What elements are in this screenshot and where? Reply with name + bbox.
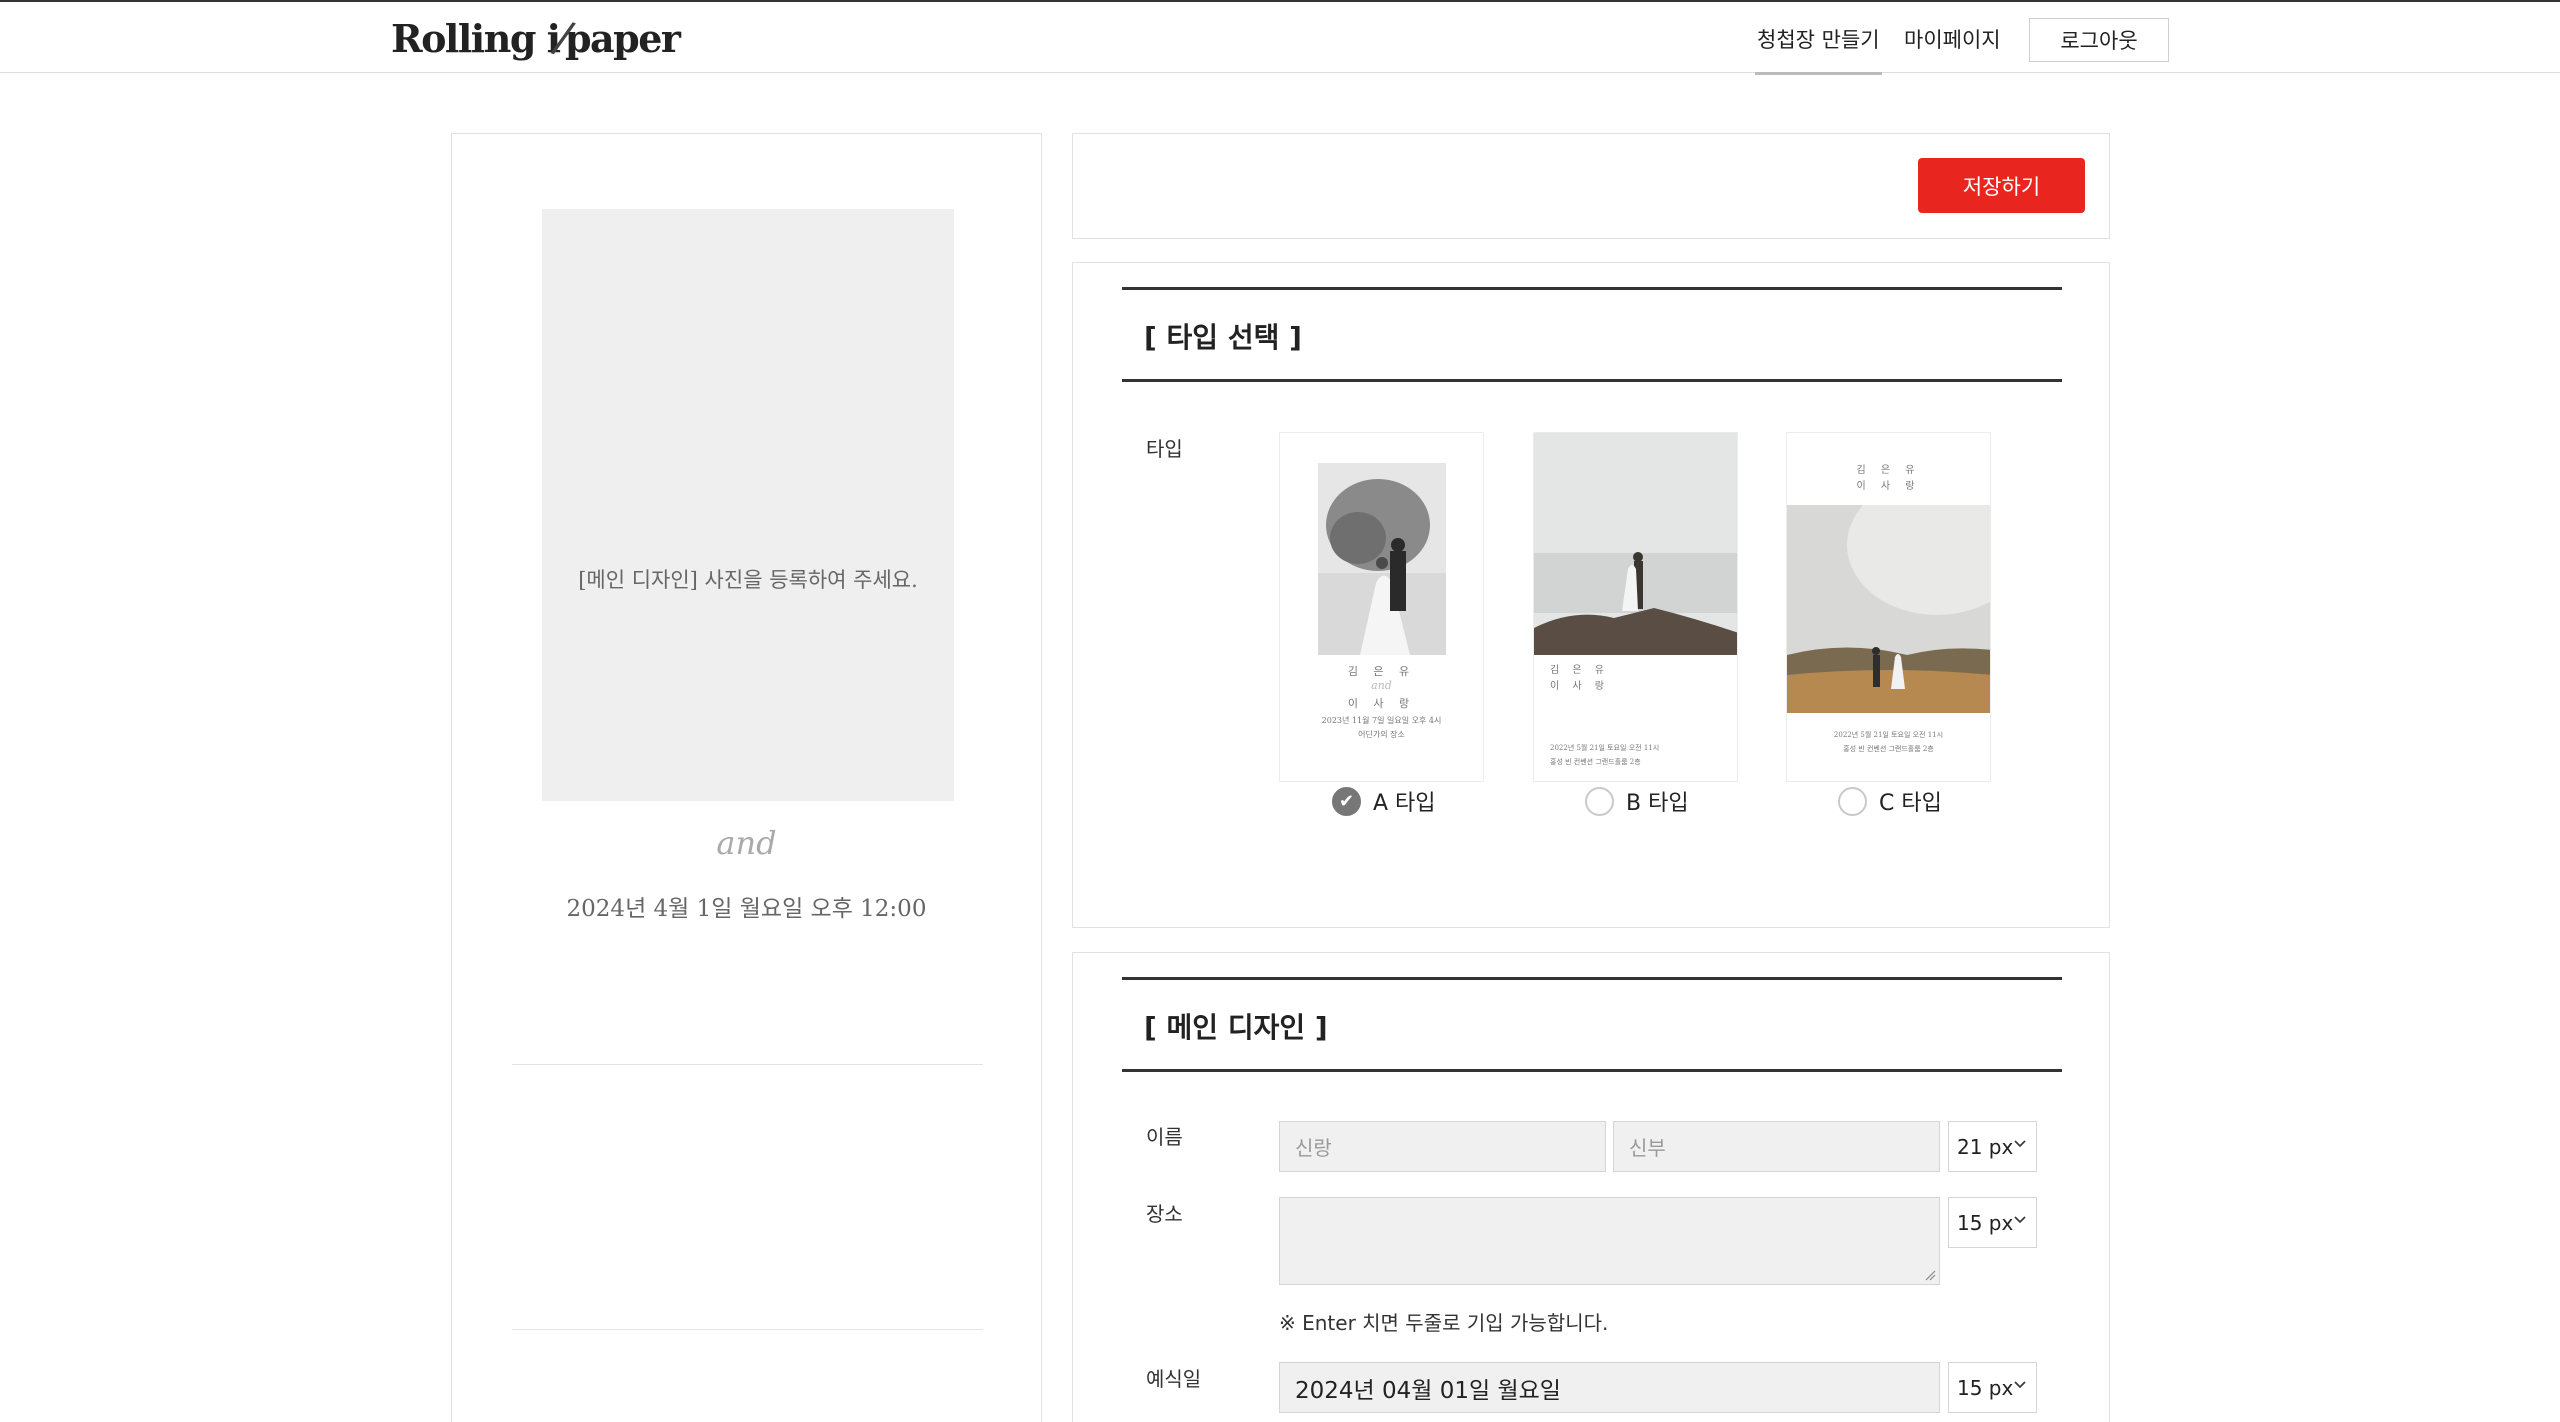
type-a-label: A 타입	[1373, 791, 1436, 816]
chevron-down-icon	[2014, 1381, 2026, 1389]
checkmark-icon: ✔	[1332, 786, 1361, 816]
radio-circle-icon	[1585, 786, 1614, 816]
type-a-groom-name: 김 은 유	[1347, 665, 1416, 678]
top-navigation-bar: Rolling i/paper 청첩장 만들기 마이페이지 로그아웃	[0, 0, 2560, 75]
type-a-and: and	[1371, 679, 1392, 692]
type-a-radio[interactable]: ✔ A 타입	[1332, 785, 1436, 817]
type-c-photo	[1787, 505, 1990, 713]
type-c-date-info: 2022년 5월 21일 토요일 오전 11시	[1833, 731, 1944, 739]
type-c-bride-name: 이 사 랑	[1856, 481, 1921, 492]
type-a-date-info: 2023년 11월 7일 일요일 오후 4시	[1321, 716, 1442, 725]
place-textarea[interactable]	[1279, 1197, 1940, 1285]
main-design-section-title: [ 메인 디자인 ]	[1144, 1011, 1328, 1044]
type-field-label: 타입	[1146, 437, 1183, 461]
type-c-groom-name: 김 은 유	[1856, 465, 1921, 476]
site-logo[interactable]: Rolling i/paper	[391, 11, 681, 64]
type-c-label: C 타입	[1879, 791, 1942, 816]
photo-placeholder-message: [메인 디자인] 사진을 등록하여 주세요.	[578, 568, 918, 592]
main-design-section-header: [ 메인 디자인 ]	[1122, 977, 2062, 1072]
type-select-panel: [ 타입 선택 ] 타입 김 은 유 and 이 사 랑 2023년 11월 7…	[1072, 262, 2110, 928]
name-font-size-value: 21 px	[1957, 1134, 2014, 1159]
date-field-label: 예식일	[1146, 1367, 1202, 1391]
wedding-date-input[interactable]: 2024년 04월 01일 월요일	[1279, 1362, 1940, 1413]
save-button[interactable]: 저장하기	[1918, 158, 2085, 213]
name-font-size-select[interactable]: 21 px	[1948, 1121, 2037, 1172]
type-a-card[interactable]: 김 은 유 and 이 사 랑 2023년 11월 7일 일요일 오후 4시 어…	[1279, 432, 1484, 782]
type-b-card[interactable]: 김 은 유 이 사 랑 2022년 5월 21일 토요일 오전 11시 홍성 빈…	[1533, 432, 1738, 782]
type-section-title: [ 타입 선택 ]	[1144, 321, 1302, 354]
main-photo-placeholder[interactable]: [메인 디자인] 사진을 등록하여 주세요.	[542, 209, 954, 801]
type-b-bride-name: 이 사 랑	[1550, 681, 1609, 692]
type-c-venue-info: 홍성 빈 컨벤션 그랜드홀룸 2층	[1843, 745, 1934, 753]
save-panel: 저장하기	[1072, 133, 2110, 239]
nav-create-invitation[interactable]: 청첩장 만들기	[1755, 24, 1882, 75]
invitation-preview: [메인 디자인] 사진을 등록하여 주세요. and 2024년 4월 1일 월…	[451, 133, 1042, 1422]
main-design-panel: [ 메인 디자인 ] 이름 신랑 신부 21 px 장소 15 px ※ Ent…	[1072, 952, 2110, 1422]
type-c-radio[interactable]: C 타입	[1838, 785, 1942, 817]
chevron-down-icon	[2014, 1140, 2026, 1148]
preview-divider	[512, 1329, 983, 1330]
type-b-date-info: 2022년 5월 21일 토요일 오전 11시	[1550, 744, 1660, 752]
place-font-size-value: 15 px	[1957, 1210, 2014, 1235]
type-c-card[interactable]: 김 은 유 이 사 랑 2022년 5월 21일 토요일 오전 11시 홍성 빈…	[1786, 432, 1991, 782]
preview-date-text: 2024년 4월 1일 월요일 오후 12:00	[566, 896, 927, 922]
date-font-size-select[interactable]: 15 px	[1948, 1362, 2037, 1413]
logout-button[interactable]: 로그아웃	[2029, 18, 2169, 62]
and-script-text: and	[716, 824, 777, 862]
radio-circle-icon	[1838, 786, 1867, 816]
type-b-venue-info: 홍성 빈 컨벤션 그랜드홀룸 2층	[1550, 758, 1641, 766]
chevron-down-icon	[2014, 1216, 2026, 1224]
type-b-groom-name: 김 은 유	[1550, 665, 1609, 676]
preview-divider	[512, 1064, 983, 1065]
type-section-header: [ 타입 선택 ]	[1122, 287, 2062, 382]
type-b-radio[interactable]: B 타입	[1585, 785, 1689, 817]
date-font-size-value: 15 px	[1957, 1375, 2014, 1400]
type-a-photo	[1318, 463, 1446, 655]
nav-my-page[interactable]: 마이페이지	[1904, 24, 2001, 54]
type-b-label: B 타입	[1626, 791, 1689, 816]
name-field-label: 이름	[1146, 1125, 1183, 1149]
type-a-venue-info: 어딘가의 장소	[1358, 730, 1405, 739]
place-input-note: ※ Enter 치면 두줄로 기입 가능합니다.	[1279, 1311, 1609, 1335]
bride-name-input[interactable]: 신부	[1613, 1121, 1940, 1172]
place-font-size-select[interactable]: 15 px	[1948, 1197, 2037, 1248]
resize-handle-icon[interactable]	[1924, 1269, 1936, 1281]
type-b-photo	[1534, 433, 1737, 655]
groom-name-input[interactable]: 신랑	[1279, 1121, 1606, 1172]
type-a-bride-name: 이 사 랑	[1347, 697, 1416, 710]
place-field-label: 장소	[1146, 1202, 1183, 1226]
